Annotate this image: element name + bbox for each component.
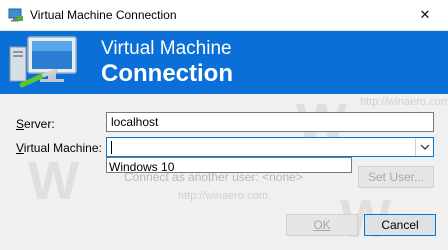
set-user-button-label: Set User... bbox=[367, 170, 425, 184]
close-icon: ✕ bbox=[419, 7, 431, 22]
server-input[interactable]: localhost bbox=[106, 112, 434, 132]
banner-title-line2: Connection bbox=[101, 60, 233, 87]
computer-network-icon bbox=[9, 36, 77, 88]
set-user-button[interactable]: Set User... bbox=[358, 166, 434, 188]
banner-title-line1: Virtual Machine bbox=[101, 38, 232, 59]
close-button[interactable]: ✕ bbox=[402, 0, 448, 30]
text-caret bbox=[111, 141, 112, 154]
window-title: Virtual Machine Connection bbox=[30, 8, 177, 22]
cancel-button-label: Cancel bbox=[381, 218, 419, 232]
ok-button[interactable]: OK bbox=[286, 214, 358, 236]
virtual-machine-dropdown-list: Windows 10 bbox=[106, 157, 352, 174]
vm-connection-app-icon bbox=[8, 8, 23, 22]
chevron-down-icon bbox=[420, 144, 429, 150]
watermark-text: http://winaero.com bbox=[360, 96, 448, 108]
virtual-machine-combobox[interactable] bbox=[106, 137, 434, 157]
vm-label-rest: irtual Machine: bbox=[23, 141, 102, 155]
server-label: Server: bbox=[16, 117, 55, 131]
watermark-logo: W bbox=[28, 151, 79, 211]
server-label-rest: erver: bbox=[24, 117, 55, 131]
virtual-machine-label: Virtual Machine: bbox=[16, 141, 102, 155]
watermark-text: http://winaero.com bbox=[178, 190, 268, 202]
cancel-button[interactable]: Cancel bbox=[364, 214, 436, 236]
title-bar: Virtual Machine Connection ✕ bbox=[0, 0, 448, 31]
combobox-dropdown-button[interactable] bbox=[415, 138, 433, 156]
ok-button-label: OK bbox=[313, 218, 331, 232]
header-banner: Virtual Machine Connection bbox=[0, 31, 448, 94]
dropdown-option-windows-10[interactable]: Windows 10 bbox=[109, 160, 174, 174]
